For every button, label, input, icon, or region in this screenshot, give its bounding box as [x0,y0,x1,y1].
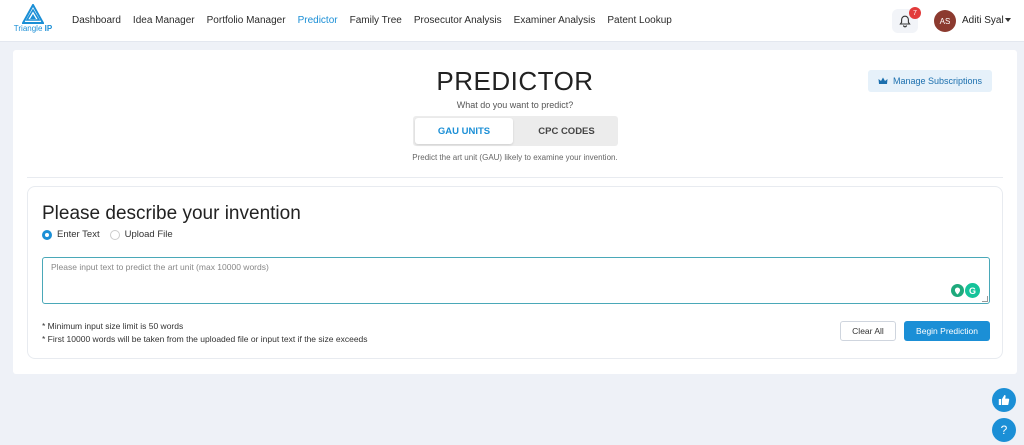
nav-item-portfolio-manager[interactable]: Portfolio Manager [207,15,286,26]
manage-subscriptions-label: Manage Subscriptions [892,76,983,86]
tab-description: Predict the art unit (GAU) likely to exa… [412,153,618,162]
radio-enter-text-label: Enter Text [57,229,100,240]
divider [27,177,1003,178]
user-name[interactable]: Aditi Syal [962,15,1004,26]
nav-item-family-tree[interactable]: Family Tree [350,15,402,26]
radio-upload-file[interactable]: Upload File [109,229,173,240]
top-navigation-bar: Triangle IP Dashboard Idea Manager Portf… [0,0,1024,42]
radio-unselected-indicator [109,229,120,240]
caret-down-icon[interactable] [1005,18,1011,22]
brand-logo[interactable]: Triangle IP [10,4,56,38]
radio-selected-indicator [42,229,52,240]
feedback-button[interactable] [992,388,1016,412]
input-notes: * Minimum input size limit is 50 words *… [42,320,368,346]
invention-input-card: Please describe your invention Enter Tex… [27,186,1003,359]
resize-handle-icon[interactable] [982,296,988,302]
grammarly-icon[interactable]: G [965,283,980,298]
radio-upload-file-label: Upload File [124,229,173,240]
nav-item-prosecutor-analysis[interactable]: Prosecutor Analysis [414,15,502,26]
pin-glyph-icon [954,287,961,294]
page-title: PREDICTOR [436,66,594,96]
thumbs-up-icon [998,395,1010,405]
begin-prediction-button[interactable]: Begin Prediction [904,321,990,341]
nav-item-predictor[interactable]: Predictor [298,15,338,26]
help-button[interactable]: ? [992,418,1016,442]
nav-item-patent-lookup[interactable]: Patent Lookup [607,15,672,26]
tab-cpc-codes[interactable]: CPC CODES [517,118,616,144]
invention-heading: Please describe your invention [42,203,301,224]
avatar[interactable]: AS [934,10,956,32]
brand-name: Triangle IP [13,24,53,33]
prediction-type-tabs: GAU UNITS CPC CODES [413,116,618,146]
manage-subscriptions-button[interactable]: Manage Subscriptions [868,70,992,92]
nav-item-idea-manager[interactable]: Idea Manager [133,15,195,26]
predictor-panel: PREDICTOR What do you want to predict? M… [13,50,1017,374]
notification-count-badge: 7 [909,7,921,19]
tab-gau-units[interactable]: GAU UNITS [415,118,513,144]
note-minimum-size: * Minimum input size limit is 50 words [42,321,184,331]
invention-text-container: G [42,257,990,304]
question-icon: ? [1000,423,1008,437]
nav-item-examiner-analysis[interactable]: Examiner Analysis [514,15,596,26]
crown-icon [878,77,888,84]
input-mode-options: Enter Text Upload File [42,229,173,240]
note-maximum-words: * First 10000 words will be taken from t… [42,334,368,344]
invention-text-input[interactable] [43,258,989,303]
triangle-logo-icon [22,4,44,24]
location-pin-icon[interactable] [951,284,964,297]
clear-all-button[interactable]: Clear All [840,321,896,341]
main-nav: Dashboard Idea Manager Portfolio Manager… [72,15,672,26]
page-subtitle: What do you want to predict? [456,100,574,110]
nav-item-dashboard[interactable]: Dashboard [72,15,121,26]
radio-enter-text[interactable]: Enter Text [42,229,100,240]
